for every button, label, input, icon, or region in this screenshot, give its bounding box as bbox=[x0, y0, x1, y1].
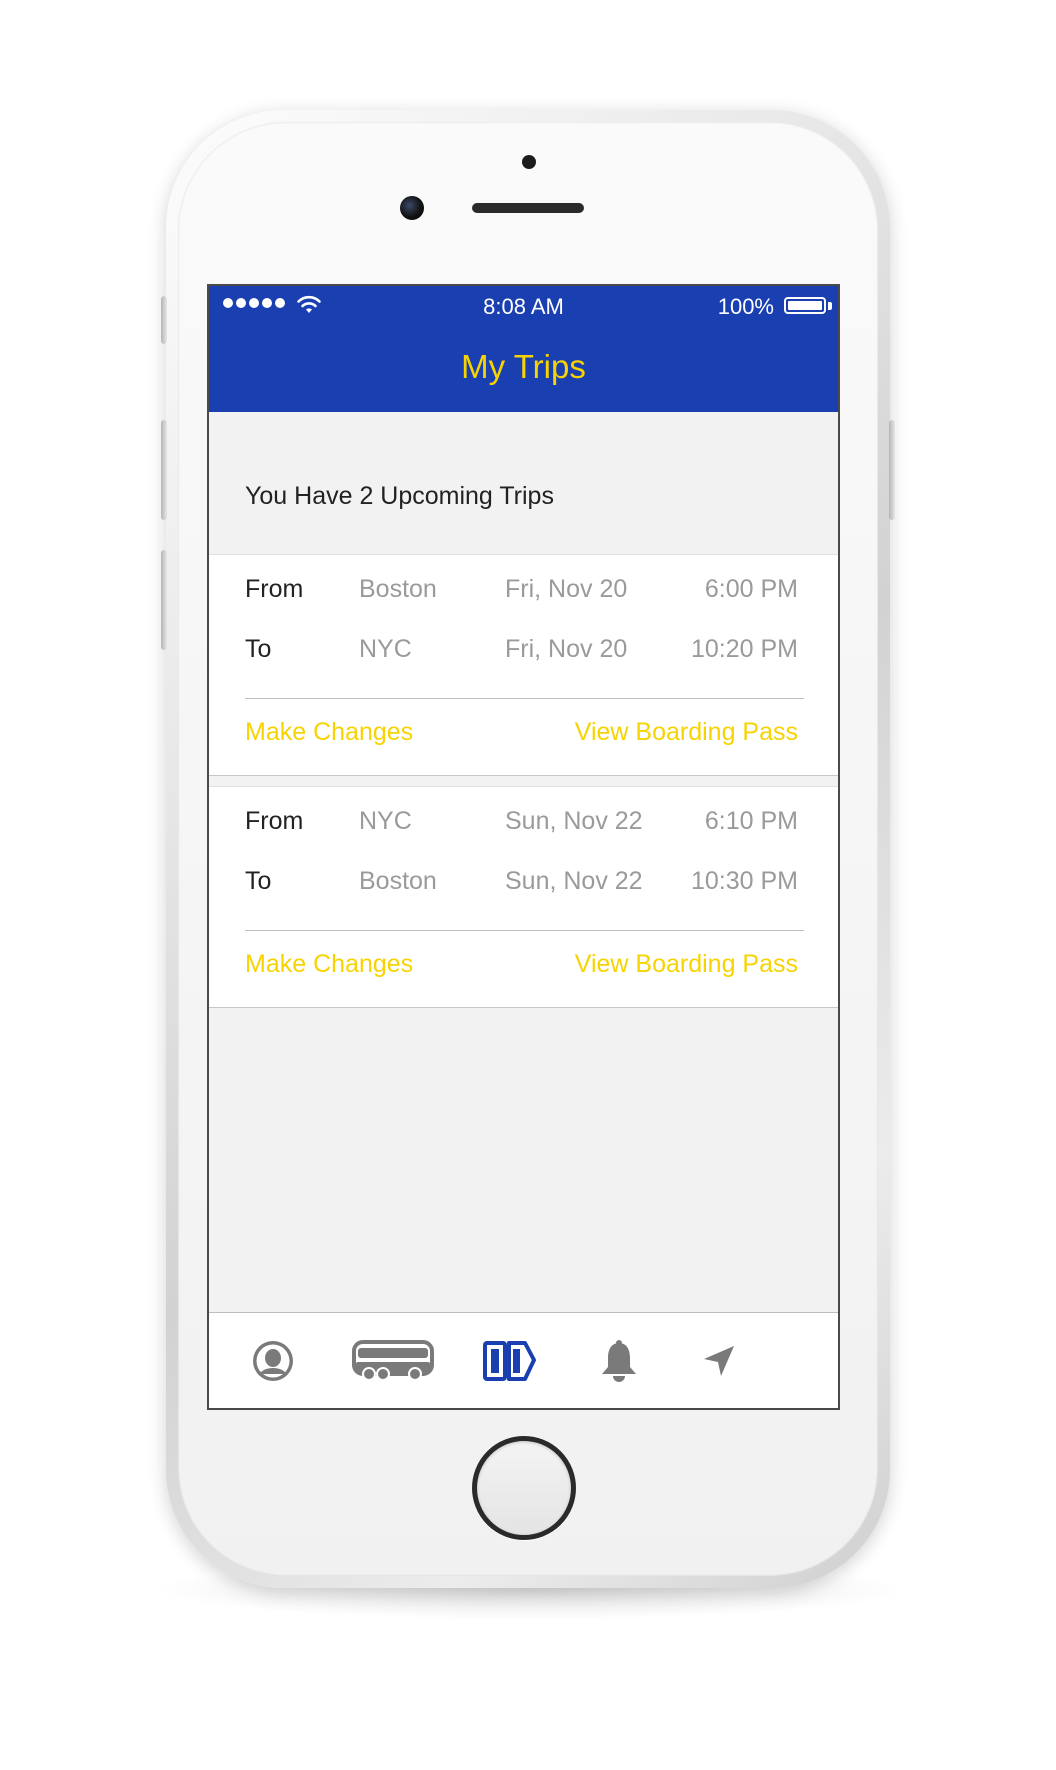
from-date: Fri, Nov 20 bbox=[505, 575, 628, 603]
make-changes-button[interactable]: Make Changes bbox=[245, 950, 413, 979]
to-city: NYC bbox=[359, 635, 412, 663]
trip-card: From NYC Sun, Nov 22 6:10 PM To Boston S… bbox=[209, 786, 838, 1008]
make-changes-button[interactable]: Make Changes bbox=[245, 718, 413, 747]
trip-to-row: To NYC Fri, Nov 20 10:20 PM bbox=[209, 635, 838, 675]
front-camera bbox=[400, 196, 424, 220]
battery-percentage: 100% bbox=[717, 294, 774, 319]
profile-icon bbox=[253, 1341, 293, 1381]
trip-divider bbox=[245, 930, 804, 931]
location-arrow-icon bbox=[704, 1346, 734, 1376]
upcoming-trips-summary: You Have 2 Upcoming Trips bbox=[245, 482, 554, 510]
bus-icon bbox=[352, 1340, 434, 1381]
tab-trips[interactable] bbox=[459, 1313, 559, 1408]
tab-profile[interactable] bbox=[223, 1313, 323, 1408]
to-date: Fri, Nov 20 bbox=[505, 635, 628, 663]
to-city: Boston bbox=[359, 867, 437, 895]
to-time: 10:30 PM bbox=[690, 867, 798, 895]
to-time: 10:20 PM bbox=[690, 635, 798, 663]
from-label: From bbox=[245, 575, 304, 603]
status-bar: 8:08 AM 100% bbox=[209, 286, 838, 326]
to-label: To bbox=[245, 635, 272, 663]
app-screen: 8:08 AM 100% My Trips You Have 2 Upcomin… bbox=[207, 284, 840, 1410]
trip-divider bbox=[245, 698, 804, 699]
tab-location[interactable] bbox=[669, 1313, 769, 1408]
tab-bus[interactable] bbox=[333, 1313, 453, 1408]
tab-bar bbox=[209, 1312, 838, 1408]
power-button bbox=[889, 420, 895, 520]
page-title: My Trips bbox=[461, 348, 586, 385]
from-time: 6:00 PM bbox=[704, 575, 798, 603]
volume-up-button bbox=[161, 420, 167, 520]
view-boarding-pass-button[interactable]: View Boarding Pass bbox=[575, 718, 798, 747]
tickets-icon bbox=[483, 1341, 536, 1381]
app-header: 8:08 AM 100% My Trips bbox=[209, 286, 838, 412]
from-city: NYC bbox=[359, 807, 412, 835]
battery-icon bbox=[784, 297, 826, 314]
volume-down-button bbox=[161, 550, 167, 650]
earpiece-speaker bbox=[472, 203, 584, 213]
battery-tip bbox=[828, 302, 832, 310]
to-date: Sun, Nov 22 bbox=[505, 867, 643, 895]
from-time: 6:10 PM bbox=[704, 807, 798, 835]
trip-from-row: From NYC Sun, Nov 22 6:10 PM bbox=[209, 807, 838, 847]
bell-icon bbox=[602, 1340, 636, 1382]
trip-from-row: From Boston Fri, Nov 20 6:00 PM bbox=[209, 575, 838, 615]
to-label: To bbox=[245, 867, 272, 895]
from-city: Boston bbox=[359, 575, 437, 603]
trip-card: From Boston Fri, Nov 20 6:00 PM To NYC F… bbox=[209, 554, 838, 776]
proximity-sensor bbox=[522, 155, 536, 169]
trip-to-row: To Boston Sun, Nov 22 10:30 PM bbox=[209, 867, 838, 907]
tab-notifications[interactable] bbox=[569, 1313, 669, 1408]
from-date: Sun, Nov 22 bbox=[505, 807, 643, 835]
view-boarding-pass-button[interactable]: View Boarding Pass bbox=[575, 950, 798, 979]
mute-switch bbox=[161, 296, 167, 344]
home-button[interactable] bbox=[472, 1436, 576, 1540]
from-label: From bbox=[245, 807, 304, 835]
